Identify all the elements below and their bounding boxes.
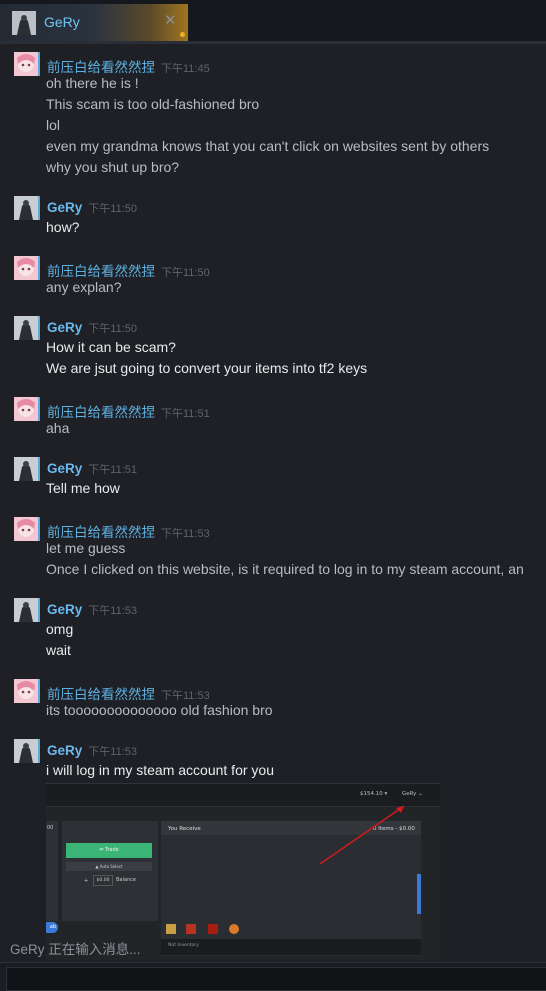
message-line: wait xyxy=(46,642,71,658)
timestamp: 下午11:50 xyxy=(161,267,210,279)
timestamp: 下午11:53 xyxy=(161,690,210,702)
message-line: how? xyxy=(46,219,80,235)
shared-screenshot-image[interactable]: $154.10 ▾ GeRy ⌄ 00 ⇌ Trade ▲ Auto Selec… xyxy=(46,783,440,960)
chat-log[interactable]: 前压白给看然然捏 下午11:45 oh there he is ! This sc… xyxy=(0,44,546,960)
avatar-status-bar xyxy=(38,196,40,220)
message-line: any explan? xyxy=(46,279,122,295)
avatar-status-bar xyxy=(38,739,40,763)
timestamp: 下午11:51 xyxy=(161,408,210,420)
timestamp: 下午11:50 xyxy=(88,323,137,335)
message-line: i will log in my steam account for you xyxy=(46,762,274,778)
sender-name[interactable]: 前压白给看然然捏 下午11:45 xyxy=(47,56,210,76)
avatar-pink xyxy=(14,256,38,280)
sender-name[interactable]: GeRy 下午11:53 xyxy=(47,743,137,759)
avatar-status-bar xyxy=(38,457,40,481)
chat-tab-gery[interactable]: GeRy ✕ xyxy=(0,4,188,41)
timestamp: 下午11:45 xyxy=(161,63,210,75)
avatar-status-bar xyxy=(38,397,40,421)
message-line: even my grandma knows that you can't cli… xyxy=(46,138,490,154)
message-line: why you shut up bro? xyxy=(46,159,180,175)
message-line: Tell me how xyxy=(46,480,120,496)
message-input[interactable] xyxy=(6,967,546,991)
sender-name[interactable]: 前压白给看然然捏 下午11:53 xyxy=(47,683,210,703)
typing-indicator: GeRy 正在输入消息... xyxy=(10,942,141,957)
avatar-status-bar xyxy=(38,316,40,340)
close-icon[interactable]: ✕ xyxy=(164,11,177,29)
avatar-status-bar xyxy=(38,679,40,703)
sender-name[interactable]: 前压白给看然然捏 下午11:51 xyxy=(47,401,210,421)
message-line: oh there he is ! xyxy=(46,75,139,91)
avatar-gery xyxy=(14,457,38,481)
sender-name[interactable]: 前压白给看然然捏 下午11:50 xyxy=(47,260,210,280)
avatar-status-bar xyxy=(38,256,40,280)
message-line: lol xyxy=(46,117,61,133)
message-line: omg xyxy=(46,621,74,637)
sender-name[interactable]: 前压白给看然然捏 下午11:53 xyxy=(47,521,210,541)
tab-title: GeRy xyxy=(44,14,80,30)
avatar-status-bar xyxy=(38,52,40,76)
red-arrow-annotation xyxy=(319,805,405,865)
avatar-gery xyxy=(14,598,38,622)
avatar-pink xyxy=(14,52,38,76)
avatar-pink xyxy=(14,517,38,541)
avatar-pink xyxy=(14,397,38,421)
timestamp: 下午11:51 xyxy=(88,464,137,476)
sender-name[interactable]: GeRy 下午11:50 xyxy=(47,200,137,216)
timestamp: 下午11:50 xyxy=(88,203,137,215)
sender-name[interactable]: GeRy 下午11:53 xyxy=(47,602,137,618)
unread-dot xyxy=(180,32,185,37)
avatar-gery xyxy=(14,316,38,340)
avatar-pink xyxy=(14,679,38,703)
message-line: We are jsut going to convert your items … xyxy=(46,360,368,376)
timestamp: 下午11:53 xyxy=(161,528,210,540)
sender-name[interactable]: GeRy 下午11:50 xyxy=(47,320,137,336)
avatar-gery xyxy=(14,739,38,763)
message-line: How it can be scam? xyxy=(46,339,176,355)
message-line: let me guess xyxy=(46,540,126,556)
tab-bar: GeRy ✕ xyxy=(0,0,546,44)
message-line: aha xyxy=(46,420,70,436)
avatar-gery xyxy=(14,196,38,220)
avatar-status-bar xyxy=(38,598,40,622)
message-line: its toooooooooooooo old fashion bro xyxy=(46,702,273,718)
avatar-status-bar xyxy=(38,517,40,541)
timestamp: 下午11:53 xyxy=(88,746,137,758)
avatar-gery xyxy=(12,11,36,35)
message-line: Once I clicked on this website, is it re… xyxy=(46,561,524,577)
sender-name[interactable]: GeRy 下午11:51 xyxy=(47,461,137,477)
timestamp: 下午11:53 xyxy=(88,605,137,617)
message-line: This scam is too old-fashioned bro xyxy=(46,96,260,112)
